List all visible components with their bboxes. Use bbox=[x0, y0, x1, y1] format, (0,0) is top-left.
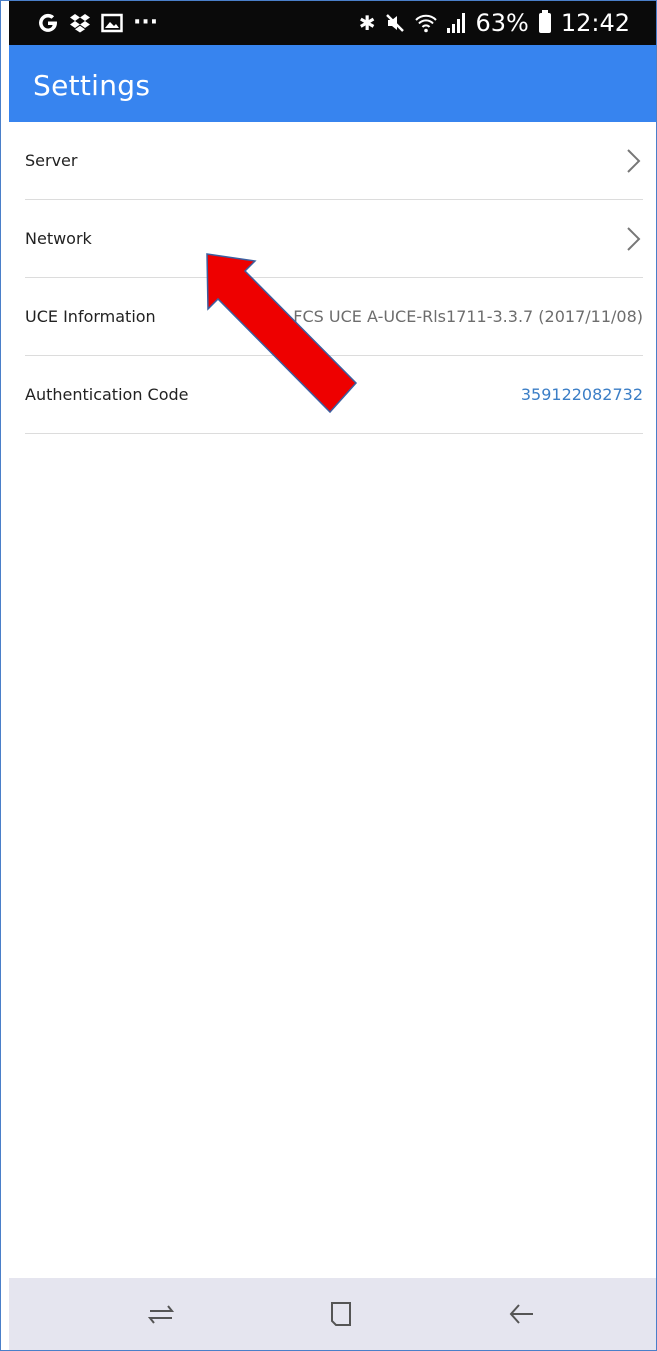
settings-item-label: UCE Information bbox=[25, 307, 156, 326]
settings-item-label: Authentication Code bbox=[25, 385, 189, 404]
back-icon[interactable] bbox=[502, 1294, 542, 1334]
more-dots-icon: ··· bbox=[133, 10, 159, 35]
chevron-right-icon bbox=[627, 149, 641, 173]
settings-item-server[interactable]: Server bbox=[9, 122, 656, 200]
navigation-bar bbox=[9, 1278, 656, 1350]
bluetooth-icon: ✱ bbox=[358, 11, 376, 35]
signal-icon bbox=[447, 13, 466, 33]
dropbox-icon bbox=[70, 14, 90, 33]
mute-icon bbox=[386, 14, 405, 32]
divider bbox=[25, 433, 643, 434]
screenshot-frame: ··· ✱ 63% 12:42 Settings Server Network … bbox=[0, 0, 657, 1351]
page-title: Settings bbox=[33, 69, 151, 102]
status-left-icons: ··· bbox=[37, 7, 158, 39]
chevron-right-icon bbox=[627, 227, 641, 251]
app-bar: Settings bbox=[9, 45, 656, 122]
status-right-icons: ✱ 63% 12:42 bbox=[359, 7, 630, 39]
settings-item-label: Server bbox=[25, 151, 78, 170]
gallery-icon bbox=[101, 13, 123, 33]
battery-icon bbox=[538, 10, 551, 33]
status-time: 12:42 bbox=[560, 9, 630, 37]
home-icon[interactable] bbox=[321, 1294, 361, 1334]
google-g-icon bbox=[39, 13, 57, 32]
wifi-icon bbox=[415, 14, 438, 33]
battery-percent: 63% bbox=[475, 9, 529, 37]
status-bar: ··· ✱ 63% 12:42 bbox=[9, 1, 656, 45]
settings-item-label: Network bbox=[25, 229, 92, 248]
recent-apps-icon[interactable] bbox=[141, 1294, 181, 1334]
authentication-code-value: 359122082732 bbox=[520, 385, 643, 404]
annotation-arrow bbox=[206, 253, 358, 414]
